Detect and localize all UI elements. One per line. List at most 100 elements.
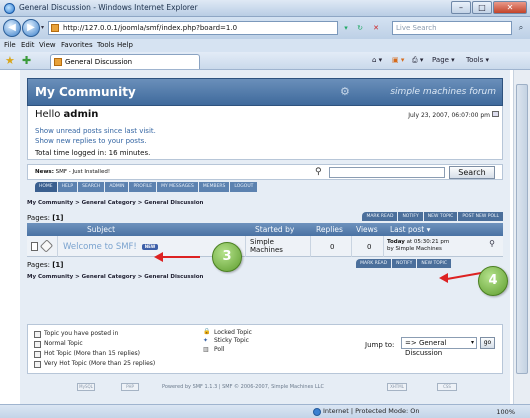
started-by-line1[interactable]: Simple xyxy=(250,238,274,246)
menu-tab-logout[interactable]: LOGOUT xyxy=(230,182,258,192)
post-new-poll-button[interactable]: POST NEW POLL xyxy=(458,212,503,221)
current-date: July 23, 2007, 06:07:00 pm xyxy=(408,112,490,119)
mark-read-button-bottom[interactable]: MARK READ xyxy=(356,259,392,268)
search-go-icon[interactable]: ⌕ xyxy=(514,21,528,35)
news-bar: News: SMF - Just Installed! ⚲ Search xyxy=(27,164,503,180)
chevron-down-icon: ▾ xyxy=(470,339,474,346)
pages-label-bottom: Pages: xyxy=(27,261,53,269)
live-search-input[interactable]: Live Search xyxy=(392,21,512,35)
smf-logo-icon: ⚙ xyxy=(340,85,350,98)
mark-read-button[interactable]: MARK READ xyxy=(362,212,398,221)
window-title: General Discussion - Windows Internet Ex… xyxy=(19,3,198,12)
menu-tools[interactable]: Tools xyxy=(97,41,114,49)
last-post-time: at 05:30:21 pm xyxy=(404,239,450,245)
very-hot-topic-icon xyxy=(34,361,41,368)
menu-tab-help[interactable]: HELP xyxy=(57,182,78,192)
topic-status-icon xyxy=(31,242,38,251)
add-favorites-icon[interactable]: ✚ xyxy=(22,54,31,67)
col-views[interactable]: Views xyxy=(356,225,378,234)
menu-bar: File Edit View Favorites Tools Help xyxy=(0,39,530,52)
favorites-center-icon[interactable]: ★ xyxy=(5,54,15,67)
ie-logo-icon xyxy=(4,3,15,14)
new-replies-link[interactable]: Show new replies to your posts. xyxy=(35,137,147,145)
feeds-icon[interactable]: ▣ ▾ xyxy=(392,56,404,64)
forum-footer: MySQL PHP Powered by SMF 1.1.3 | SMF © 2… xyxy=(27,380,503,396)
php-badge[interactable]: PHP xyxy=(121,383,139,391)
menu-tab-profile[interactable]: PROFILE xyxy=(129,182,157,192)
address-input[interactable]: http://127.0.0.1/joomla/smf/index.php?bo… xyxy=(48,21,338,35)
search-button[interactable]: Search xyxy=(449,166,495,179)
window-titlebar: General Discussion - Windows Internet Ex… xyxy=(0,0,530,17)
view-count: 0 xyxy=(367,243,372,251)
site-title[interactable]: My Community xyxy=(35,85,136,99)
footer-copyright: Powered by SMF 1.1.3 | SMF © 2006-2007, … xyxy=(162,384,324,390)
tab-general-discussion[interactable]: General Discussion xyxy=(50,54,200,69)
address-toolbar: ◀ ▶ ▾ http://127.0.0.1/joomla/smf/index.… xyxy=(0,17,530,39)
top-action-buttons: MARK READ NOTIFY NEW TOPIC POST NEW POLL xyxy=(362,212,503,221)
maximize-button[interactable]: □ xyxy=(472,1,492,14)
menu-edit[interactable]: Edit xyxy=(21,41,35,49)
menu-tab-search[interactable]: SEARCH xyxy=(78,182,105,192)
breadcrumb-bottom[interactable]: My Community > General Category > Genera… xyxy=(27,274,203,280)
col-replies[interactable]: Replies xyxy=(316,225,343,234)
col-subject[interactable]: Subject xyxy=(87,225,115,234)
menu-tab-admin[interactable]: ADMIN xyxy=(105,182,129,192)
go-button[interactable]: go xyxy=(480,337,495,349)
col-last-post[interactable]: Last post ▾ xyxy=(390,225,430,234)
address-url: http://127.0.0.1/joomla/smf/index.php?bo… xyxy=(63,24,238,32)
print-icon[interactable]: ⎙ ▾ xyxy=(412,56,423,65)
menu-tab-home[interactable]: HOME xyxy=(35,182,57,192)
tab-favicon-icon xyxy=(54,58,62,66)
css-badge[interactable]: CSS xyxy=(437,383,457,391)
pagination-bottom: Pages: [1] xyxy=(27,261,63,269)
forward-button[interactable]: ▶ xyxy=(22,19,40,37)
recent-pages-dropdown-icon[interactable]: ▾ xyxy=(41,24,44,31)
close-button[interactable]: ✕ xyxy=(493,1,527,14)
col-started-by[interactable]: Started by xyxy=(255,225,294,234)
last-post-author[interactable]: by Simple Machines xyxy=(387,246,442,252)
search-input[interactable] xyxy=(329,167,445,178)
legend-normal: Normal Topic xyxy=(44,340,83,347)
last-post-link-icon[interactable]: ⚲ xyxy=(489,239,495,248)
callout-3-arrowhead xyxy=(154,252,163,262)
started-by-line2[interactable]: Machines xyxy=(250,246,283,254)
new-badge[interactable]: NEW xyxy=(142,244,158,250)
icon-legend: Topic you have posted in Normal Topic Ho… xyxy=(27,324,503,374)
vertical-scrollbar[interactable] xyxy=(513,70,530,404)
last-post-info: Today at 05:30:21 pm by Simple Machines xyxy=(387,239,449,253)
menu-help[interactable]: Help xyxy=(117,41,133,49)
last-post-day: Today xyxy=(387,239,405,245)
callout-3: 3 xyxy=(212,242,242,272)
menu-file[interactable]: File xyxy=(4,41,16,49)
menu-tab-members[interactable]: MEMBERS xyxy=(198,182,230,192)
stop-icon[interactable]: ✕ xyxy=(369,21,383,35)
notify-button[interactable]: NOTIFY xyxy=(398,212,423,221)
security-zone[interactable]: Internet | Protected Mode: On xyxy=(323,407,420,415)
tools-menu[interactable]: Tools ▾ xyxy=(466,56,489,64)
jump-to-select[interactable]: => General Discussion ▾ xyxy=(401,337,477,357)
page-favicon-icon xyxy=(51,24,59,32)
new-topic-button[interactable]: NEW TOPIC xyxy=(423,212,458,221)
mysql-badge[interactable]: MySQL xyxy=(77,383,95,391)
page-link[interactable]: [1] xyxy=(52,214,63,222)
menu-view[interactable]: View xyxy=(39,41,56,49)
refresh-icon[interactable]: ↻ xyxy=(353,21,367,35)
xhtml-badge[interactable]: XHTML xyxy=(387,383,407,391)
breadcrumb[interactable]: My Community > General Category > Genera… xyxy=(27,200,203,206)
time-logged-in: Total time logged in: 16 minutes. xyxy=(35,149,151,157)
minimize-button[interactable]: – xyxy=(451,1,471,14)
page-link-bottom[interactable]: [1] xyxy=(52,261,63,269)
notify-button-bottom[interactable]: NOTIFY xyxy=(392,259,417,268)
page-menu[interactable]: Page ▾ xyxy=(432,56,455,64)
home-icon[interactable]: ⌂ ▾ xyxy=(372,56,382,64)
unread-posts-link[interactable]: Show unread posts since last visit. xyxy=(35,127,156,135)
menu-tab-messages[interactable]: MY MESSAGES xyxy=(157,182,198,192)
topic-link[interactable]: Welcome to SMF! xyxy=(63,242,137,252)
back-button[interactable]: ◀ xyxy=(3,19,21,37)
menu-favorites[interactable]: Favorites xyxy=(61,41,93,49)
new-topic-button-bottom[interactable]: NEW TOPIC xyxy=(417,259,451,268)
scrollbar-thumb[interactable] xyxy=(516,84,528,374)
address-dropdown-icon[interactable]: ▾ xyxy=(339,21,353,35)
zoom-level[interactable]: 100% xyxy=(496,408,515,416)
collapse-toggle-icon[interactable] xyxy=(492,111,499,117)
